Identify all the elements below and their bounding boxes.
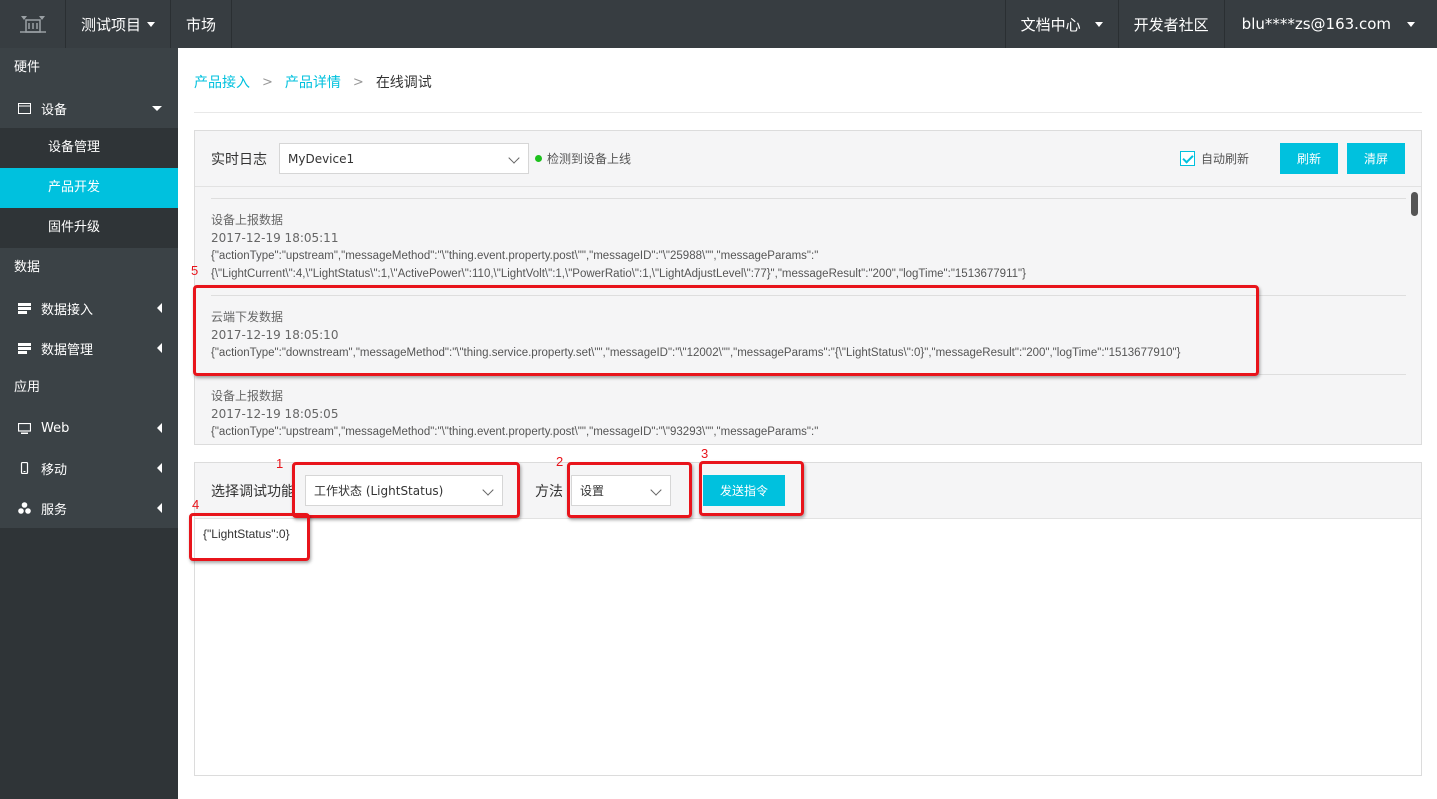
sidebar-item-label: 设备 bbox=[41, 102, 68, 118]
annotation-number-1: 1 bbox=[276, 456, 284, 471]
sidebar-group-hardware: 硬件 bbox=[0, 48, 178, 88]
sidebar-group-data: 数据 bbox=[0, 248, 178, 288]
main-content: 产品接入 > 产品详情 > 在线调试 实时日志 MyDevice1 检测到设备上… bbox=[178, 48, 1437, 799]
sidebar-group-app: 应用 bbox=[0, 368, 178, 408]
window-icon bbox=[18, 102, 31, 114]
user-menu[interactable]: blu****zs@163.com bbox=[1223, 0, 1437, 48]
breadcrumb-product-access[interactable]: 产品接入 bbox=[194, 72, 250, 92]
refresh-button[interactable]: 刷新 bbox=[1279, 143, 1338, 174]
caret-left-icon bbox=[157, 343, 162, 353]
sidebar-item-label: 移动 bbox=[41, 462, 68, 478]
market-link[interactable]: 市场 bbox=[171, 0, 233, 48]
divider bbox=[194, 112, 1422, 113]
caret-down-icon bbox=[1094, 21, 1103, 27]
annotation-number-5: 5 bbox=[191, 263, 199, 278]
caret-down-icon bbox=[1407, 21, 1415, 27]
annotation-number-2: 2 bbox=[556, 454, 564, 469]
community-link[interactable]: 开发者社区 bbox=[1117, 0, 1224, 48]
caret-down-icon bbox=[152, 106, 162, 111]
annotation-number-3: 3 bbox=[701, 446, 709, 461]
caret-left-icon bbox=[157, 503, 162, 513]
clear-button[interactable]: 清屏 bbox=[1346, 143, 1405, 174]
log-entry: 设备上报数据 2017-12-19 18:05:05 {"actionType"… bbox=[211, 374, 1406, 444]
logo[interactable] bbox=[0, 0, 66, 48]
sidebar-item-product-dev[interactable]: 产品开发 bbox=[0, 168, 178, 208]
caret-down-icon bbox=[147, 21, 156, 27]
log-entry-type: 设备上报数据 bbox=[211, 389, 284, 403]
log-header: 实时日志 MyDevice1 检测到设备上线 自动刷新 刷新 清屏 bbox=[195, 131, 1421, 187]
sidebar-item-service[interactable]: 服务 bbox=[0, 488, 178, 528]
sidebar-item-mobile[interactable]: 移动 bbox=[0, 448, 178, 488]
log-entry-content: {"actionType":"upstream","messageMethod"… bbox=[211, 426, 819, 438]
sidebar-item-label: 服务 bbox=[41, 502, 68, 518]
sidebar-item-web[interactable]: Web bbox=[0, 408, 178, 448]
caret-left-icon bbox=[157, 303, 162, 313]
annotation-box-3 bbox=[699, 461, 804, 516]
sidebar-item-firmware[interactable]: 固件升级 bbox=[0, 208, 178, 248]
annotation-number-4: 4 bbox=[192, 497, 200, 512]
top-bar: 测试项目 市场 文档中心 开发者社区 blu****zs@163.com bbox=[0, 0, 1437, 48]
annotation-box-4 bbox=[189, 513, 310, 561]
docs-label: 文档中心 bbox=[1020, 15, 1081, 34]
market-label: 市场 bbox=[186, 15, 217, 34]
breadcrumb: 产品接入 > 产品详情 > 在线调试 bbox=[194, 72, 432, 92]
project-switcher[interactable]: 测试项目 bbox=[66, 0, 172, 48]
auto-refresh-label: 自动刷新 bbox=[1200, 152, 1249, 166]
log-title: 实时日志 bbox=[211, 151, 267, 168]
log-entry: 设备上报数据 2017-12-19 18:05:11 {"actionType"… bbox=[211, 198, 1406, 295]
sidebar-item-data-access[interactable]: 数据接入 bbox=[0, 288, 178, 328]
sidebar-item-device[interactable]: 设备 bbox=[0, 88, 178, 128]
log-entry-content: {"actionType":"upstream","messageMethod"… bbox=[211, 250, 1026, 280]
device-select[interactable]: MyDevice1 bbox=[279, 143, 529, 174]
breadcrumb-current: 在线调试 bbox=[375, 75, 432, 91]
list-icon bbox=[18, 302, 31, 314]
list-icon bbox=[18, 342, 31, 354]
monitor-icon bbox=[18, 422, 31, 434]
sidebar-item-label: 数据管理 bbox=[41, 342, 94, 358]
log-entry-time: 2017-12-19 18:05:11 bbox=[211, 231, 339, 245]
annotation-box-5 bbox=[193, 285, 1259, 376]
annotation-box-2 bbox=[567, 462, 692, 518]
breadcrumb-product-detail[interactable]: 产品详情 bbox=[285, 72, 341, 92]
method-label: 方法 bbox=[535, 483, 563, 500]
sidebar-item-device-manage[interactable]: 设备管理 bbox=[0, 128, 178, 168]
sidebar: 硬件 设备 设备管理 产品开发 固件升级 数据 数据接入 数据管理 应用 Web bbox=[0, 48, 178, 799]
sidebar-item-label: Web bbox=[41, 420, 70, 436]
device-select-value: MyDevice1 bbox=[288, 151, 355, 166]
cubes-icon bbox=[18, 502, 31, 514]
status-dot-icon bbox=[535, 155, 542, 162]
device-online-status: 检测到设备上线 bbox=[535, 150, 631, 167]
logo-icon bbox=[19, 16, 46, 33]
mobile-icon bbox=[18, 462, 31, 474]
sidebar-item-label: 数据接入 bbox=[41, 302, 94, 318]
log-entry-type: 设备上报数据 bbox=[211, 213, 284, 227]
annotation-box-1 bbox=[292, 462, 520, 518]
auto-refresh-checkbox[interactable] bbox=[1179, 151, 1195, 166]
community-label: 开发者社区 bbox=[1133, 15, 1209, 34]
debug-function-label: 选择调试功能 bbox=[211, 483, 295, 500]
status-text: 检测到设备上线 bbox=[547, 152, 632, 166]
caret-left-icon bbox=[157, 463, 162, 473]
caret-left-icon bbox=[157, 423, 162, 433]
user-email: blu****zs@163.com bbox=[1241, 15, 1391, 33]
chevron-right-icon: > bbox=[262, 74, 273, 90]
log-entry-time: 2017-12-19 18:05:05 bbox=[211, 407, 339, 421]
chevron-right-icon: > bbox=[352, 74, 364, 90]
log-scrollbar[interactable] bbox=[1411, 192, 1418, 216]
docs-menu[interactable]: 文档中心 bbox=[1004, 0, 1118, 48]
sidebar-item-data-manage[interactable]: 数据管理 bbox=[0, 328, 178, 368]
project-label: 测试项目 bbox=[81, 15, 142, 34]
chevron-down-icon bbox=[508, 152, 520, 164]
